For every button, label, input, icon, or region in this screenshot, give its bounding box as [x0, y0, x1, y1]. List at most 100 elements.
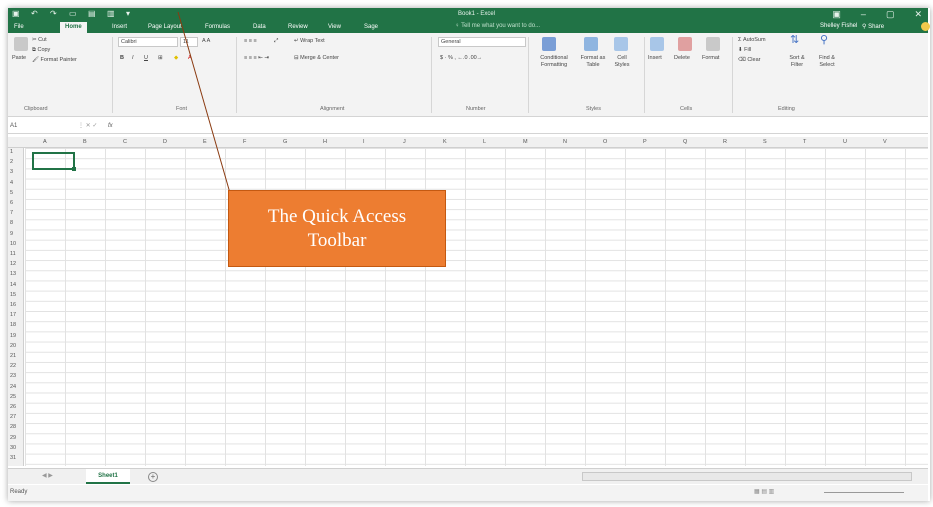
left-align-icon[interactable]: ≡ ≡ ≡ ⇤ ⇥ [244, 55, 269, 62]
row-header[interactable]: 29 [10, 435, 16, 442]
font-name-select[interactable]: Calibri [118, 37, 178, 47]
redo-icon[interactable]: ↷ [50, 10, 59, 18]
minimize-icon[interactable]: – [861, 9, 866, 20]
row-header[interactable]: 26 [10, 404, 16, 411]
row-header[interactable]: 25 [10, 394, 16, 401]
find-select-label[interactable]: Find & Select [814, 55, 840, 69]
delete-cells-icon[interactable] [678, 37, 692, 51]
clear-button[interactable]: ⌫ Clear [738, 57, 760, 64]
horizontal-scrollbar[interactable] [582, 472, 912, 481]
cut-button[interactable]: ✂ Cut [32, 37, 47, 44]
tab-insert[interactable]: Insert [112, 23, 127, 31]
paste-icon[interactable] [14, 37, 28, 51]
column-header[interactable]: S [763, 139, 767, 146]
column-header[interactable]: N [563, 139, 567, 146]
undo-icon[interactable]: ↶ [31, 10, 40, 18]
customize-icon[interactable]: ▾ [126, 10, 135, 18]
row-header[interactable]: 18 [10, 322, 16, 329]
delete-cells-label[interactable]: Delete [674, 55, 690, 62]
view-buttons-icon[interactable]: ▦ ▤ ▥ [754, 489, 774, 496]
row-header[interactable]: 20 [10, 343, 16, 350]
tab-page-layout[interactable]: Page Layout [148, 23, 182, 31]
underline-button[interactable]: U [144, 55, 148, 62]
tab-formulas[interactable]: Formulas [205, 23, 230, 31]
row-header[interactable]: 27 [10, 414, 16, 421]
column-header[interactable]: P [643, 139, 647, 146]
column-header[interactable]: Q [683, 139, 687, 146]
row-header[interactable]: 3 [10, 169, 13, 176]
tell-me-search[interactable]: ♀ Tell me what you want to do... [455, 23, 540, 29]
ribbon-display-icon[interactable]: ▣ [832, 9, 841, 20]
fill-color-icon[interactable]: ◆ [174, 55, 178, 62]
column-header[interactable]: K [443, 139, 447, 146]
sheet-tab-sheet1[interactable]: Sheet1 [86, 469, 130, 484]
formula-input[interactable] [126, 123, 916, 132]
sort-filter-icon[interactable]: ⇅ [790, 35, 799, 46]
row-header[interactable]: 5 [10, 190, 13, 197]
sheet-nav-icon[interactable]: ◀ ▶ [42, 473, 53, 480]
column-header[interactable]: A [43, 139, 47, 146]
wrap-text-button[interactable]: ↵ Wrap Text [294, 38, 325, 45]
row-header[interactable]: 23 [10, 373, 16, 380]
borders-icon[interactable]: ⊞ [158, 55, 163, 62]
format-cells-icon[interactable] [706, 37, 720, 51]
column-header[interactable]: O [603, 139, 607, 146]
cell-grid[interactable] [25, 148, 928, 466]
format-as-table-icon[interactable] [584, 37, 598, 51]
row-header[interactable]: 17 [10, 312, 16, 319]
column-header[interactable]: D [163, 139, 167, 146]
open-icon[interactable]: ▤ [88, 10, 97, 18]
column-header[interactable]: T [803, 139, 806, 146]
tab-sage[interactable]: Sage [364, 23, 378, 31]
formula-cancel-icon[interactable]: ⋮ ✕ ✓ [78, 123, 97, 130]
number-format-select[interactable]: General [438, 37, 526, 47]
column-header[interactable]: R [723, 139, 727, 146]
row-header[interactable]: 16 [10, 302, 16, 309]
tab-home[interactable]: Home [60, 22, 87, 33]
row-header[interactable]: 28 [10, 424, 16, 431]
column-header[interactable]: M [523, 139, 528, 146]
grow-font-icon[interactable]: A A [202, 38, 210, 45]
name-box[interactable]: A1 [10, 123, 70, 130]
column-header[interactable]: L [483, 139, 486, 146]
sort-filter-label[interactable]: Sort & Filter [784, 55, 810, 69]
feedback-smiley-icon[interactable] [921, 22, 930, 31]
font-size-select[interactable]: 11 [180, 37, 198, 47]
row-header[interactable]: 31 [10, 455, 16, 462]
column-header[interactable]: B [83, 139, 87, 146]
share-button[interactable]: ⚲ Share [862, 23, 884, 30]
row-header[interactable]: 13 [10, 271, 16, 278]
row-header[interactable]: 14 [10, 282, 16, 289]
insert-cells-label[interactable]: Insert [648, 55, 662, 62]
new-icon[interactable]: ▭ [69, 10, 78, 18]
active-cell-a1[interactable] [32, 152, 76, 171]
save-icon[interactable]: ▣ [12, 10, 21, 18]
column-header[interactable]: F [243, 139, 246, 146]
insert-cells-icon[interactable] [650, 37, 664, 51]
conditional-formatting-label[interactable]: Conditional Formatting [532, 55, 576, 69]
column-header[interactable]: G [283, 139, 287, 146]
fill-button[interactable]: ⬇ Fill [738, 47, 751, 54]
search-icon[interactable]: ⚲ [820, 35, 828, 46]
cell-styles-label[interactable]: Cell Styles [610, 55, 634, 69]
row-header[interactable]: 22 [10, 363, 16, 370]
column-header[interactable]: J [403, 139, 406, 146]
format-cells-label[interactable]: Format [702, 55, 719, 62]
merge-center-button[interactable]: ⊟ Merge & Center [294, 55, 339, 62]
row-header[interactable]: 2 [10, 159, 13, 166]
top-align-icon[interactable]: ≡ ≡ ≡ [244, 38, 257, 45]
zoom-slider[interactable] [824, 492, 904, 493]
row-header[interactable]: 19 [10, 333, 16, 340]
column-header[interactable]: U [843, 139, 847, 146]
column-header[interactable]: E [203, 139, 207, 146]
tab-view[interactable]: View [328, 23, 341, 31]
column-header[interactable]: C [123, 139, 127, 146]
tab-file[interactable]: File [14, 23, 24, 31]
row-header[interactable]: 11 [10, 251, 16, 258]
bold-button[interactable]: B [120, 55, 124, 62]
row-header[interactable]: 15 [10, 292, 16, 299]
format-as-table-label[interactable]: Format as Table [578, 55, 608, 69]
row-header[interactable]: 21 [10, 353, 16, 360]
cell-styles-icon[interactable] [614, 37, 628, 51]
row-header[interactable]: 30 [10, 445, 16, 452]
